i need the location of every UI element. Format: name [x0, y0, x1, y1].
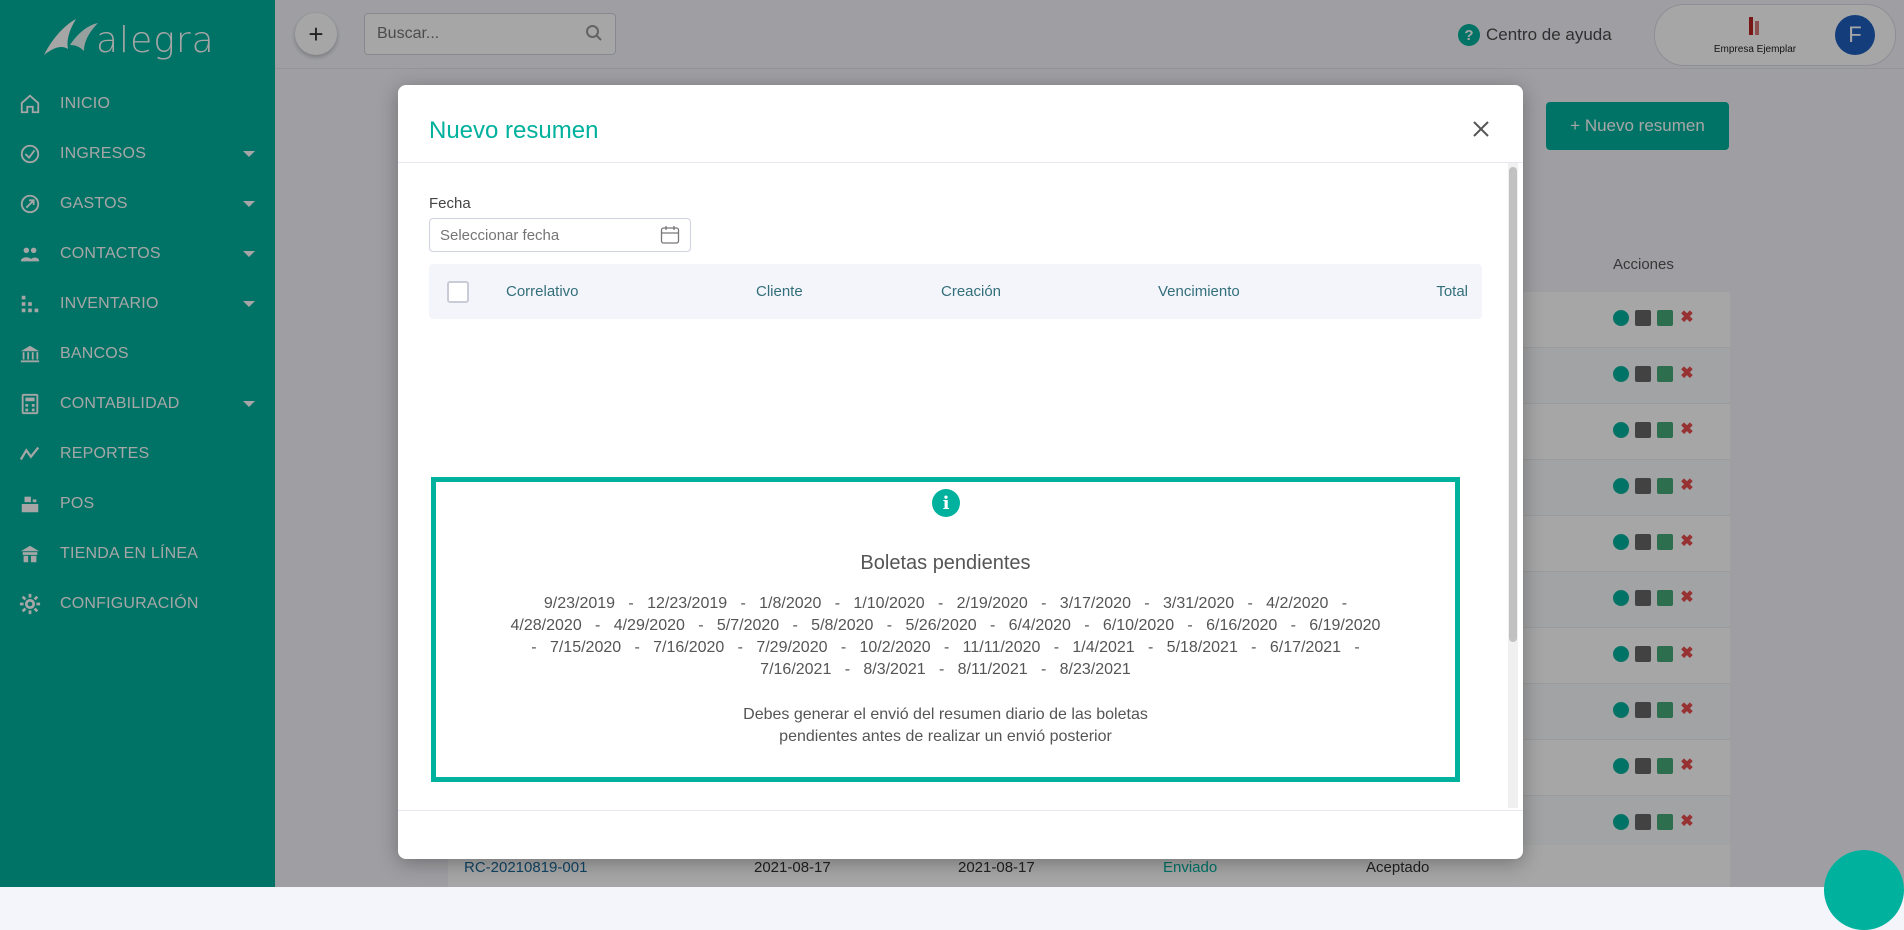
modal-scrollbar[interactable]	[1508, 163, 1518, 808]
pending-dates-line: - 7/15/2020 - 7/16/2020 - 7/29/2020 - 10…	[531, 639, 1360, 656]
column-vencimiento[interactable]: Vencimiento	[1158, 283, 1240, 300]
pending-dates-list: 9/23/2019 - 12/23/2019 - 1/8/2020 - 1/10…	[436, 593, 1455, 681]
modal-header: Nuevo resumen	[398, 85, 1523, 163]
notice-message-line: Debes generar el envió del resumen diari…	[743, 706, 1148, 723]
date-label: Fecha	[429, 195, 471, 212]
pending-dates-line: 4/28/2020 - 4/29/2020 - 5/7/2020 - 5/8/2…	[510, 617, 1381, 634]
info-icon: i	[932, 489, 960, 517]
pending-dates-line: 7/16/2021 - 8/3/2021 - 8/11/2021 - 8/23/…	[760, 661, 1131, 678]
chat-support-button[interactable]	[1824, 850, 1904, 930]
column-total[interactable]: Total	[1436, 283, 1468, 300]
new-summary-modal: Nuevo resumen Fecha Correlativo Cliente …	[398, 85, 1523, 859]
date-picker[interactable]	[429, 218, 691, 252]
column-creacion[interactable]: Creación	[941, 283, 1001, 300]
column-correlativo[interactable]: Correlativo	[506, 283, 579, 300]
modal-title: Nuevo resumen	[429, 117, 599, 144]
column-cliente[interactable]: Cliente	[756, 283, 803, 300]
pending-dates-line: 9/23/2019 - 12/23/2019 - 1/8/2020 - 1/10…	[543, 595, 1348, 612]
notice-title: Boletas pendientes	[860, 552, 1031, 574]
scrollbar-thumb[interactable]	[1509, 167, 1517, 642]
pending-receipts-notice: i Boletas pendientes 9/23/2019 - 12/23/2…	[431, 477, 1460, 782]
select-all-checkbox[interactable]	[447, 281, 469, 303]
pending-receipts-table-header: Correlativo Cliente Creación Vencimiento…	[429, 264, 1482, 319]
modal-footer	[398, 810, 1523, 859]
close-icon[interactable]	[1471, 119, 1491, 139]
notice-message-line: pendientes antes de realizar un envió po…	[779, 728, 1112, 745]
calendar-icon[interactable]	[660, 225, 680, 245]
notice-message: Debes generar el envió del resumen diari…	[436, 704, 1455, 748]
date-input[interactable]	[430, 219, 662, 251]
